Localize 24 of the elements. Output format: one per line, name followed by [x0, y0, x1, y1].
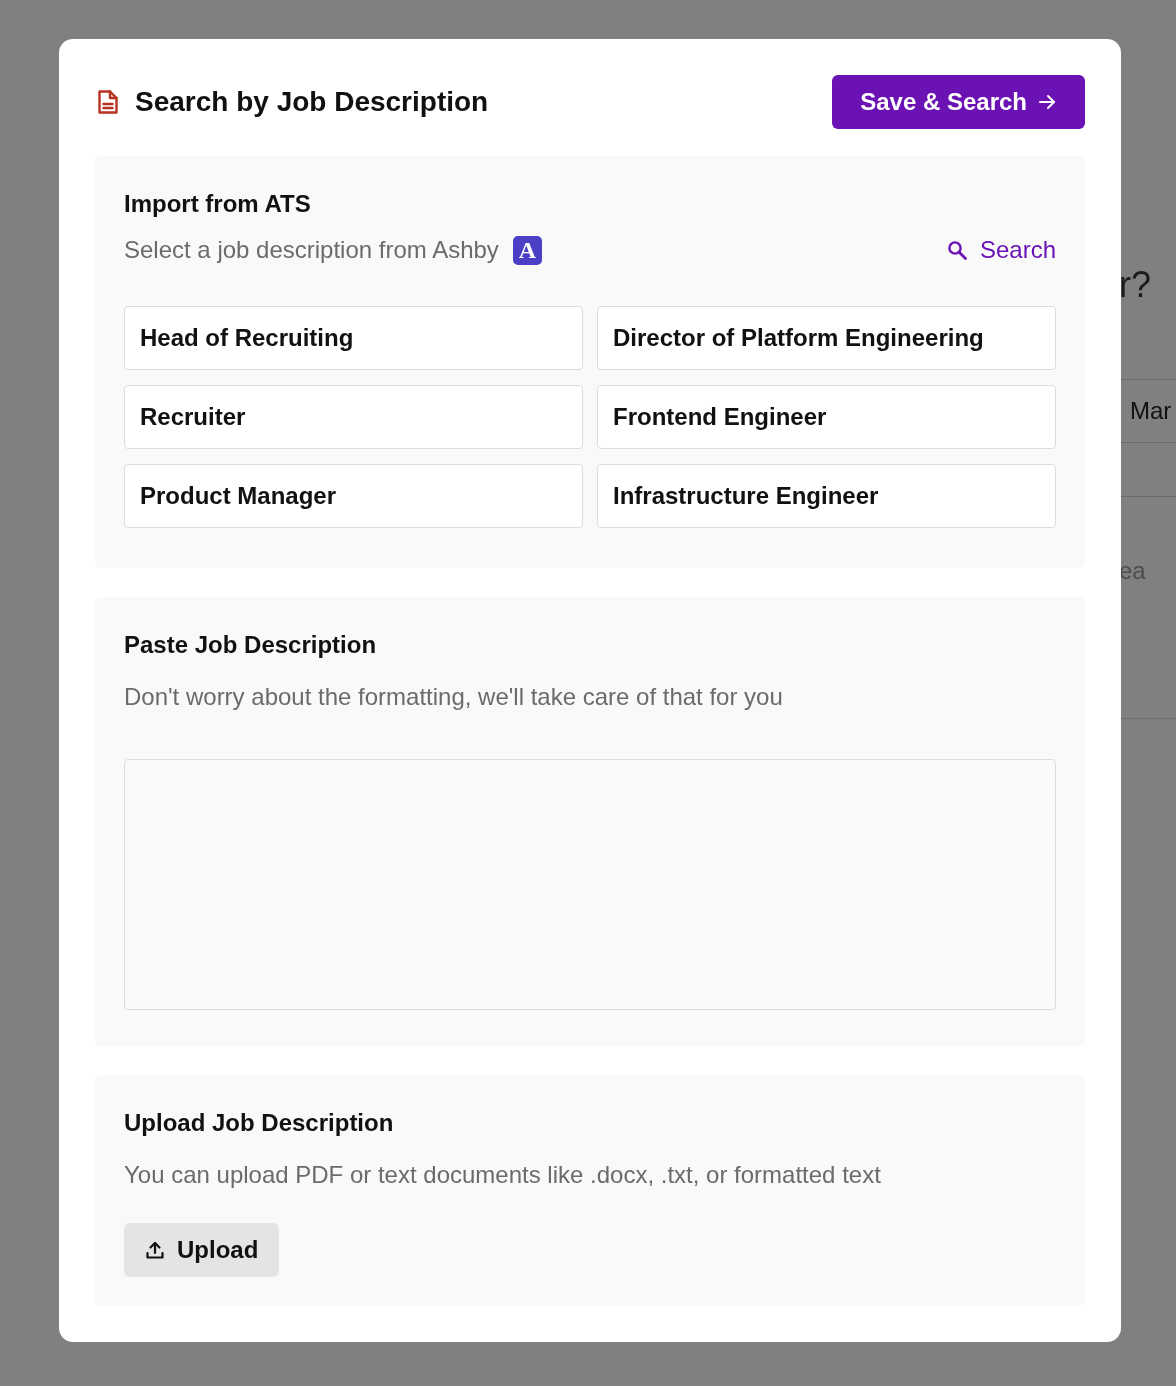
upload-icon [145, 1240, 165, 1260]
job-option-button[interactable]: Head of Recruiting [124, 306, 583, 370]
job-option-button[interactable]: Recruiter [124, 385, 583, 449]
upload-button[interactable]: Upload [124, 1223, 280, 1277]
job-option-button[interactable]: Infrastructure Engineer [597, 464, 1056, 528]
job-option-button[interactable]: Product Manager [124, 464, 583, 528]
dialog-title: Search by Job Description [135, 86, 489, 118]
section-subtitle: Don't worry about the formatting, we'll take care of that for you [124, 682, 784, 712]
search-icon [946, 240, 967, 260]
search-link[interactable]: Search [946, 234, 1056, 266]
section-title: Import from ATS [124, 189, 312, 219]
job-option-button[interactable]: Director of Platform Engineering [597, 306, 1056, 370]
section-subtitle: Select a job description from Ashby [124, 235, 499, 265]
job-description-textarea[interactable] [124, 759, 1056, 1010]
background-heading-text: r? [1119, 263, 1151, 307]
section-subtitle: You can upload PDF or text documents like .docx, .txt, or formatted text [124, 1160, 881, 1190]
save-and-search-button[interactable]: Save & Search [832, 75, 1085, 129]
background-row-text: Mar [1130, 396, 1172, 426]
job-option-button[interactable]: Frontend Engineer [597, 385, 1056, 449]
arrow-right-icon [1037, 92, 1057, 112]
letter-logo-icon: A [512, 235, 542, 265]
section-title: Upload Job Description [124, 1108, 394, 1138]
section-title: Paste Job Description [124, 630, 378, 660]
document-icon [97, 89, 119, 115]
